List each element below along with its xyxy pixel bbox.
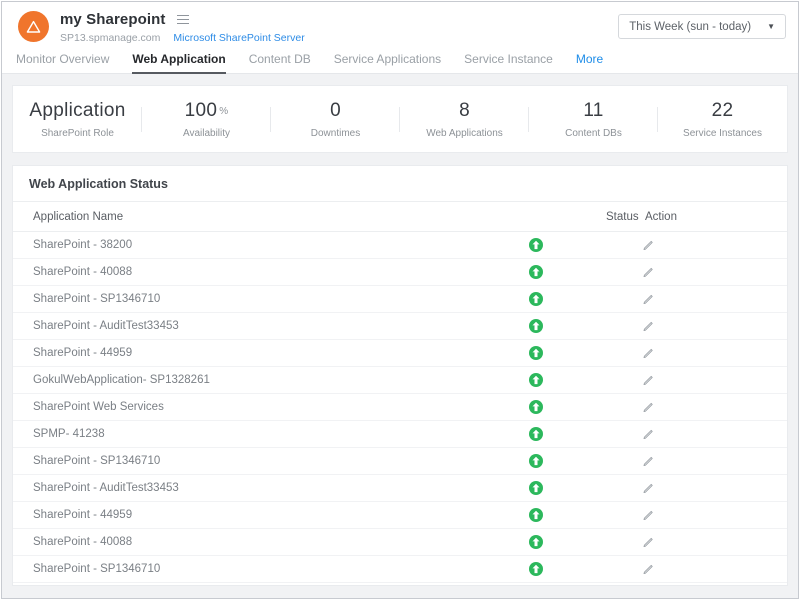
time-range-value: This Week (sun - today) xyxy=(629,21,751,33)
edit-pencil-icon[interactable] xyxy=(642,401,654,413)
main-content: Application SharePoint Role 100% Availab… xyxy=(2,74,798,586)
stat-value: 8 xyxy=(400,100,529,122)
stat-label: Availability xyxy=(142,128,271,139)
status-up-icon xyxy=(529,292,543,306)
table-row: SharePoint - 44959 xyxy=(13,340,787,367)
app-name-cell: SharePoint - AuditTest33453 xyxy=(33,482,179,494)
chevron-down-icon: ▼ xyxy=(767,22,775,31)
status-up-icon xyxy=(529,238,543,252)
status-up-icon xyxy=(529,535,543,549)
app-name-cell: SharePoint - SP1346710 xyxy=(33,293,160,305)
table-header-row: Application Name Status Action xyxy=(13,202,787,232)
tab-service-applications[interactable]: Service Applications xyxy=(334,46,441,74)
edit-pencil-icon[interactable] xyxy=(642,509,654,521)
status-up-icon xyxy=(529,319,543,333)
time-range-select[interactable]: This Week (sun - today) ▼ xyxy=(618,14,786,39)
edit-pencil-icon[interactable] xyxy=(642,482,654,494)
edit-pencil-icon[interactable] xyxy=(642,455,654,467)
stat-label: Web Applications xyxy=(400,128,529,139)
edit-pencil-icon[interactable] xyxy=(642,536,654,548)
stat-value: 11 xyxy=(529,100,658,122)
edit-pencil-icon[interactable] xyxy=(642,239,654,251)
warning-triangle-icon xyxy=(18,11,49,42)
stat-web-applications: 8 Web Applications xyxy=(400,100,529,139)
app-name-cell: SharePoint - 38200 xyxy=(33,239,132,251)
status-up-icon xyxy=(529,454,543,468)
column-application-name: Application Name xyxy=(33,211,123,223)
tab-service-instance[interactable]: Service Instance xyxy=(464,46,553,74)
table-title: Web Application Status xyxy=(13,166,787,202)
hamburger-menu-icon[interactable] xyxy=(175,13,191,27)
status-up-icon xyxy=(529,400,543,414)
page-title: my Sharepoint xyxy=(60,11,166,28)
column-status: Status xyxy=(606,211,639,223)
stat-value: 22 xyxy=(658,100,787,122)
table-row: SharePoint - 38200 xyxy=(13,232,787,259)
table-row: SharePoint - SP1346710 xyxy=(13,556,787,583)
brand-text: my Sharepoint SP13.spmanage.com Microsof… xyxy=(60,11,305,44)
stat-downtimes: 0 Downtimes xyxy=(271,100,400,139)
stat-value: Application xyxy=(13,100,142,122)
status-up-icon xyxy=(529,373,543,387)
stat-service-instances: 22 Service Instances xyxy=(658,100,787,139)
header: my Sharepoint SP13.spmanage.com Microsof… xyxy=(2,2,798,74)
app-name-cell: GokulWebApplication- SP1328261 xyxy=(33,374,210,386)
server-type-link[interactable]: Microsoft SharePoint Server xyxy=(173,32,304,44)
stat-availability: 100% Availability xyxy=(142,100,271,139)
percent-unit: % xyxy=(219,106,228,117)
app-name-cell: SharePoint - 44959 xyxy=(33,347,132,359)
web-application-status-card: Web Application Status Application Name … xyxy=(12,165,788,586)
tab-bar: Monitor Overview Web Application Content… xyxy=(16,46,626,74)
tab-web-application[interactable]: Web Application xyxy=(132,46,225,74)
edit-pencil-icon[interactable] xyxy=(642,428,654,440)
app-name-cell: SharePoint - 44959 xyxy=(33,509,132,521)
status-up-icon xyxy=(529,481,543,495)
edit-pencil-icon[interactable] xyxy=(642,374,654,386)
status-up-icon xyxy=(529,427,543,441)
edit-pencil-icon[interactable] xyxy=(642,347,654,359)
app-window: my Sharepoint SP13.spmanage.com Microsof… xyxy=(1,1,799,599)
stat-label: Downtimes xyxy=(271,128,400,139)
app-name-cell: SPMP- 41238 xyxy=(33,428,105,440)
stat-sharepoint-role: Application SharePoint Role xyxy=(13,100,142,139)
app-name-cell: SharePoint - 40088 xyxy=(33,266,132,278)
monitor-domain: SP13.spmanage.com xyxy=(60,32,160,44)
edit-pencil-icon[interactable] xyxy=(642,320,654,332)
table-row: SharePoint - AuditTest33453 xyxy=(13,313,787,340)
table-row: SharePoint Web Services xyxy=(13,394,787,421)
stat-label: SharePoint Role xyxy=(13,128,142,139)
edit-pencil-icon[interactable] xyxy=(642,266,654,278)
table-row: SharePoint - 40088 xyxy=(13,529,787,556)
tab-content-db[interactable]: Content DB xyxy=(249,46,311,74)
tab-more[interactable]: More xyxy=(576,46,603,74)
table-row: SharePoint - SP1346710 xyxy=(13,286,787,313)
app-name-cell: SharePoint - AuditTest33453 xyxy=(33,320,179,332)
edit-pencil-icon[interactable] xyxy=(642,563,654,575)
status-up-icon xyxy=(529,265,543,279)
column-action: Action xyxy=(645,211,677,223)
table-body: SharePoint - 38200 SharePoint - 40088 Sh… xyxy=(13,232,787,583)
status-up-icon xyxy=(529,346,543,360)
table-row: SharePoint - SP1346710 xyxy=(13,448,787,475)
stats-summary-card: Application SharePoint Role 100% Availab… xyxy=(12,85,788,153)
app-name-cell: SharePoint - 40088 xyxy=(33,536,132,548)
status-up-icon xyxy=(529,562,543,576)
stat-label: Content DBs xyxy=(529,128,658,139)
table-row: SharePoint - AuditTest33453 xyxy=(13,475,787,502)
table-row: SharePoint - 44959 xyxy=(13,502,787,529)
app-name-cell: SharePoint - SP1346710 xyxy=(33,563,160,575)
app-name-cell: SharePoint Web Services xyxy=(33,401,164,413)
stat-label: Service Instances xyxy=(658,128,787,139)
stat-value: 0 xyxy=(271,100,400,122)
stat-value: 100% xyxy=(142,100,271,122)
table-row: GokulWebApplication- SP1328261 xyxy=(13,367,787,394)
tab-monitor-overview[interactable]: Monitor Overview xyxy=(16,46,109,74)
table-row: SharePoint - 40088 xyxy=(13,259,787,286)
stat-content-dbs: 11 Content DBs xyxy=(529,100,658,139)
monitor-brand: my Sharepoint SP13.spmanage.com Microsof… xyxy=(18,11,305,44)
edit-pencil-icon[interactable] xyxy=(642,293,654,305)
app-name-cell: SharePoint - SP1346710 xyxy=(33,455,160,467)
status-up-icon xyxy=(529,508,543,522)
table-row: SPMP- 41238 xyxy=(13,421,787,448)
